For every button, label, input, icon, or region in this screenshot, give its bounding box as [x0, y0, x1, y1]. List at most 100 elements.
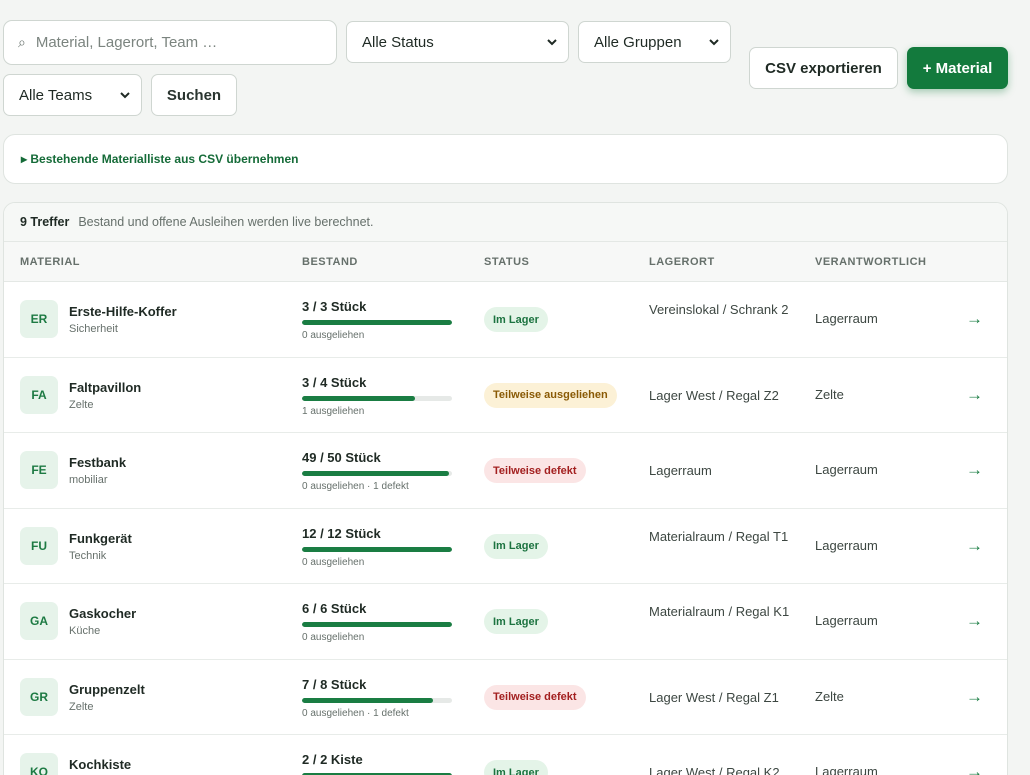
stock-bar: [302, 697, 452, 703]
teams-select-value: Alle Teams: [19, 86, 93, 104]
material-avatar: ER: [20, 300, 58, 338]
material-category: mobiliar: [69, 474, 108, 486]
material-avatar: KO: [20, 753, 58, 775]
material-avatar: FU: [20, 526, 58, 565]
table-row[interactable]: ER Erste-Hilfe-Koffer Sicherheit 3 / 3 Stüc…: [4, 282, 1007, 358]
stock-bar-fill: [302, 395, 415, 401]
responsible-text: Lagerraum: [815, 462, 878, 477]
column-header-status: STATUS: [484, 256, 530, 268]
arrow-right-icon[interactable]: →: [966, 385, 983, 405]
location-text: Lager West / Regal Z1: [649, 689, 779, 705]
stock-detail: 0 ausgeliehen: [302, 632, 365, 643]
stock-bar: [302, 395, 452, 401]
status-badge: Im Lager: [484, 609, 548, 634]
csv-import-label[interactable]: ▸ Bestehende Materialliste aus CSV übern…: [21, 152, 298, 166]
table-row[interactable]: FE Festbank mobiliar 49 / 50 Stück 0 ausgeli…: [4, 433, 1007, 509]
stock-value: 3 / 4 Stück: [302, 374, 367, 390]
stock-bar: [302, 471, 452, 476]
results-header: 9 Treffer Bestand und offene Ausleihen w…: [4, 203, 1007, 242]
table-header: MATERIAL BESTAND STATUS LAGERORT VERANTW…: [4, 242, 1007, 282]
stock-bar-fill: [302, 546, 452, 552]
stock-bar: [302, 320, 452, 325]
search-box[interactable]: ⌕: [3, 20, 337, 65]
search-button[interactable]: Suchen: [151, 74, 237, 116]
stock-detail: 0 ausgeliehen · 1 defekt: [302, 481, 409, 492]
location-text: Lagerraum: [649, 463, 712, 478]
material-name[interactable]: Kochkiste: [69, 757, 131, 772]
teams-select[interactable]: Alle Teams: [3, 74, 142, 116]
column-header-material: MATERIAL: [20, 256, 81, 268]
location-text: Materialraum / Regal K1: [649, 604, 790, 619]
stock-bar-fill: [302, 471, 449, 476]
responsible-text: Zelte: [815, 386, 844, 402]
column-header-location: LAGERORT: [649, 256, 715, 268]
status-select-value: Alle Status: [362, 33, 434, 51]
groups-select[interactable]: Alle Gruppen: [578, 21, 731, 63]
arrow-right-icon[interactable]: →: [966, 687, 983, 707]
stock-cell: 49 / 50 Stück 0 ausgeliehen · 1 defekt: [302, 450, 462, 492]
csv-export-button[interactable]: CSV exportieren: [749, 47, 898, 89]
status-badge: Im Lager: [484, 307, 548, 332]
material-name[interactable]: Erste-Hilfe-Koffer: [69, 304, 177, 319]
stock-value: 3 / 3 Stück: [302, 299, 367, 314]
status-badge: Teilweise defekt: [484, 458, 586, 483]
stock-bar: [302, 622, 452, 627]
material-name[interactable]: Festbank: [69, 455, 126, 470]
table-row[interactable]: FU Funkgerät Technik 12 / 12 Stück 0 ausgeli…: [4, 509, 1007, 584]
status-badge: Teilweise ausgeliehen: [484, 382, 617, 408]
stock-detail: 1 ausgeliehen: [302, 405, 365, 417]
results-hint: Bestand und offene Ausleihen werden live…: [78, 215, 374, 229]
arrow-right-icon[interactable]: →: [966, 309, 983, 329]
chevron-down-icon: [120, 92, 130, 99]
stock-value: 12 / 12 Stück: [302, 525, 381, 541]
material-name[interactable]: Faltpavillon: [69, 380, 141, 395]
chevron-down-icon: [709, 39, 719, 46]
search-icon: ⌕: [18, 34, 26, 50]
stock-cell: 3 / 4 Stück 1 ausgeliehen: [302, 375, 462, 417]
location-text: Lager West / Regal Z2: [649, 387, 779, 403]
arrow-right-icon[interactable]: →: [966, 762, 983, 775]
material-category: Zelte: [69, 398, 94, 411]
status-select[interactable]: Alle Status: [346, 21, 569, 63]
material-avatar: GR: [20, 677, 58, 716]
table-body: ER Erste-Hilfe-Koffer Sicherheit 3 / 3 Stüc…: [4, 282, 1007, 775]
arrow-right-icon[interactable]: →: [966, 536, 983, 556]
responsible-text: Lagerraum: [815, 764, 878, 775]
responsible-text: Lagerraum: [815, 613, 878, 628]
stock-bar-fill: [302, 697, 434, 703]
responsible-text: Lagerraum: [815, 537, 878, 553]
table-row[interactable]: KOKochkisteKüche2 / 2 Kiste0 ausgeliehen…: [4, 735, 1007, 775]
material-table: 9 Treffer Bestand und offene Ausleihen w…: [3, 202, 1008, 775]
material-name[interactable]: Gruppenzelt: [69, 682, 145, 697]
material-avatar: FE: [20, 451, 58, 489]
table-row[interactable]: GA Gaskocher Küche 6 / 6 Stück 0 ausgeliehen…: [4, 584, 1007, 660]
arrow-right-icon[interactable]: →: [966, 460, 983, 480]
stock-detail: 0 ausgeliehen: [302, 330, 365, 341]
material-name[interactable]: Gaskocher: [69, 606, 136, 621]
csv-import-disclosure[interactable]: ▸ Bestehende Materialliste aus CSV übern…: [3, 134, 1008, 184]
stock-value: 7 / 8 Stück: [302, 676, 367, 692]
material-name[interactable]: Funkgerät: [69, 531, 132, 546]
material-avatar: GA: [20, 602, 58, 640]
stock-cell: 3 / 3 Stück 0 ausgeliehen: [302, 299, 462, 341]
location-text: Materialraum / Regal T1: [649, 528, 789, 544]
add-material-button[interactable]: + Material: [907, 47, 1008, 89]
location-text: Lager West / Regal K2: [649, 765, 780, 775]
table-row[interactable]: GR Gruppenzelt Zelte 7 / 8 Stück 0 ausgelieh…: [4, 660, 1007, 735]
material-category: Sicherheit: [69, 323, 118, 335]
material-avatar: FA: [20, 375, 58, 414]
stock-detail: 0 ausgeliehen · 1 defekt: [302, 707, 409, 719]
stock-detail: 0 ausgeliehen: [302, 556, 365, 568]
arrow-right-icon[interactable]: →: [966, 611, 983, 631]
location-text: Vereinslokal / Schrank 2: [649, 302, 789, 317]
groups-select-value: Alle Gruppen: [594, 33, 682, 51]
material-category: Küche: [69, 625, 101, 637]
stock-bar-fill: [302, 622, 452, 627]
search-input[interactable]: [35, 34, 306, 51]
table-row[interactable]: FA Faltpavillon Zelte 3 / 4 Stück 1 ausgelie…: [4, 358, 1007, 433]
stock-cell: 6 / 6 Stück 0 ausgeliehen: [302, 601, 462, 643]
stock-bar: [302, 546, 452, 552]
material-category: Technik: [69, 549, 107, 562]
column-header-responsible: VERANTWORTLICH: [815, 256, 927, 268]
stock-value: 6 / 6 Stück: [302, 601, 367, 616]
